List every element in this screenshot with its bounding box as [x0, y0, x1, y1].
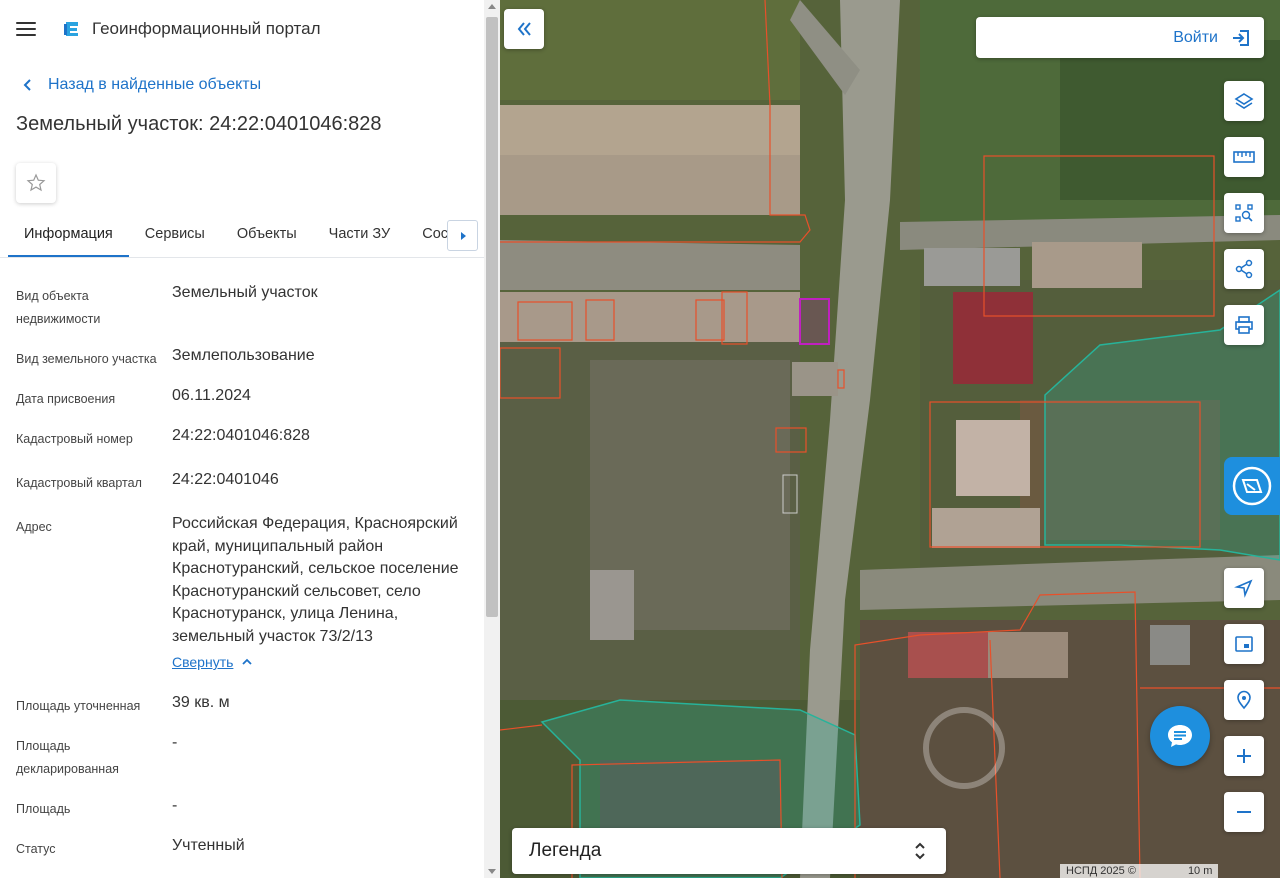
info-value: Учтенный — [172, 836, 245, 854]
share-icon — [1235, 259, 1253, 279]
collapse-panel-button[interactable] — [504, 9, 544, 49]
info-row: Кадастровый квартал 24:22:0401046 — [16, 469, 484, 495]
tabs-bar: Информация Сервисы Объекты Части ЗУ Сост… — [0, 214, 484, 258]
info-label: Площадь декларированная — [16, 738, 119, 776]
app-title: Геоинформационный портал — [92, 19, 321, 38]
info-value: - — [172, 733, 178, 751]
info-label: Адрес — [16, 520, 52, 534]
address-value: Российская Федерация, Красноярский край,… — [172, 515, 459, 645]
star-icon — [26, 173, 46, 192]
minimap-button[interactable] — [1224, 624, 1264, 664]
info-row: Вид земельного участка Землепользование — [16, 345, 484, 371]
info-value: 24:22:0401046:828 — [172, 427, 310, 444]
select-area-icon — [1235, 204, 1253, 222]
print-button[interactable] — [1224, 305, 1264, 345]
chevron-up-icon — [242, 658, 253, 665]
info-label: Кадастровый номер — [16, 432, 133, 446]
info-label: Вид объекта недвижимости — [16, 289, 101, 326]
legend-label: Легенда — [529, 840, 602, 861]
layers-icon — [1234, 93, 1254, 109]
zoom-in-icon — [1237, 749, 1251, 763]
info-row: Дата присвоения 06.11.2024 — [16, 385, 484, 411]
legend-toggle[interactable]: Легенда — [512, 828, 946, 874]
scroll-thumb[interactable] — [486, 17, 498, 617]
select-area-button[interactable] — [1224, 193, 1264, 233]
info-row: Площадь - — [16, 795, 484, 821]
minimap-icon — [1235, 636, 1253, 652]
login-label: Войти — [1173, 28, 1218, 46]
info-value: Земельный участок — [172, 284, 318, 301]
chat-button[interactable] — [1150, 706, 1210, 766]
info-label: Вид земельного участка — [16, 352, 157, 366]
tab-objects[interactable]: Объекты — [221, 214, 313, 257]
chevron-left-icon — [23, 79, 31, 91]
login-icon — [1233, 29, 1249, 46]
print-icon — [1235, 316, 1253, 334]
info-label: Площадь — [16, 801, 71, 816]
info-row: Площадь уточненная 39 кв. м — [16, 692, 484, 718]
caret-right-icon — [460, 231, 466, 240]
portal-logo-icon — [64, 22, 78, 36]
promo-icon — [1232, 466, 1272, 506]
info-row: Кадастровый номер 24:22:0401046:828 — [16, 425, 484, 451]
measure-button[interactable] — [1224, 137, 1264, 177]
panel-scrollbar[interactable] — [484, 0, 500, 878]
zoom-out-icon — [1237, 811, 1251, 813]
tab-information[interactable]: Информация — [8, 214, 129, 257]
zoom-in-button[interactable] — [1224, 736, 1264, 776]
login-button[interactable]: Войти — [976, 17, 1264, 58]
info-row: Вид объекта недвижимости Земельный участ… — [16, 282, 484, 331]
share-button[interactable] — [1224, 249, 1264, 289]
info-label: Площадь уточненная — [16, 698, 141, 713]
object-info-panel: Геоинформационный портал Назад в найденн… — [0, 0, 500, 878]
expand-icon — [915, 842, 925, 860]
info-label: Кадастровый квартал — [16, 476, 142, 490]
my-location-button[interactable] — [1224, 568, 1264, 608]
info-value: 39 кв. м — [172, 693, 230, 711]
ruler-icon — [1233, 151, 1255, 163]
scroll-up-arrow[interactable] — [488, 4, 496, 9]
collapse-toggle[interactable]: Свернуть — [172, 651, 468, 674]
panel-header: Геоинформационный портал — [0, 0, 484, 58]
tab-services[interactable]: Сервисы — [129, 214, 221, 257]
panel-content: Геоинформационный портал Назад в найденн… — [0, 0, 484, 878]
scale-bar: 10 m — [1187, 865, 1213, 877]
geo-search-icon — [1237, 690, 1251, 710]
tab-land-parts[interactable]: Части ЗУ — [313, 214, 407, 257]
object-title: Земельный участок: 24:22:0401046:828 — [16, 113, 382, 135]
locate-icon — [1234, 579, 1253, 598]
info-row: Площадь декларированная - — [16, 732, 484, 781]
info-row: Адрес Российская Федерация, Красноярский… — [16, 513, 484, 674]
info-row: Статус Учтенный — [16, 835, 484, 861]
info-value: Землепользование — [172, 347, 315, 364]
promo-badge[interactable] — [1224, 457, 1280, 515]
tabs-scroll-right-button[interactable] — [447, 220, 478, 251]
info-value: 06.11.2024 — [172, 387, 251, 404]
layers-button[interactable] — [1224, 81, 1264, 121]
copyright-text: НСПД 2025 © — [1066, 865, 1136, 877]
info-value: - — [172, 796, 178, 814]
collapse-link[interactable]: Свернуть — [172, 651, 233, 674]
info-value: 24:22:0401046 — [172, 471, 279, 488]
map-view[interactable]: Войти Легенда НСПД 2025 © 10 m — [500, 0, 1280, 878]
chat-icon — [1168, 725, 1192, 747]
map-attribution: НСПД 2025 © 10 m — [1060, 864, 1219, 878]
back-to-results-link[interactable]: Назад в найденные объекты — [0, 65, 484, 105]
favorite-button[interactable] — [16, 163, 56, 203]
back-label: Назад в найденные объекты — [48, 76, 262, 93]
zoom-out-button[interactable] — [1224, 792, 1264, 832]
menu-icon[interactable] — [16, 17, 40, 41]
double-chevron-left-icon — [517, 22, 531, 36]
info-label: Статус — [16, 841, 56, 856]
info-label: Дата присвоения — [16, 392, 116, 406]
geo-search-button[interactable] — [1224, 680, 1264, 720]
scroll-down-arrow[interactable] — [488, 869, 496, 874]
info-list: Вид объекта недвижимости Земельный участ… — [0, 258, 484, 861]
